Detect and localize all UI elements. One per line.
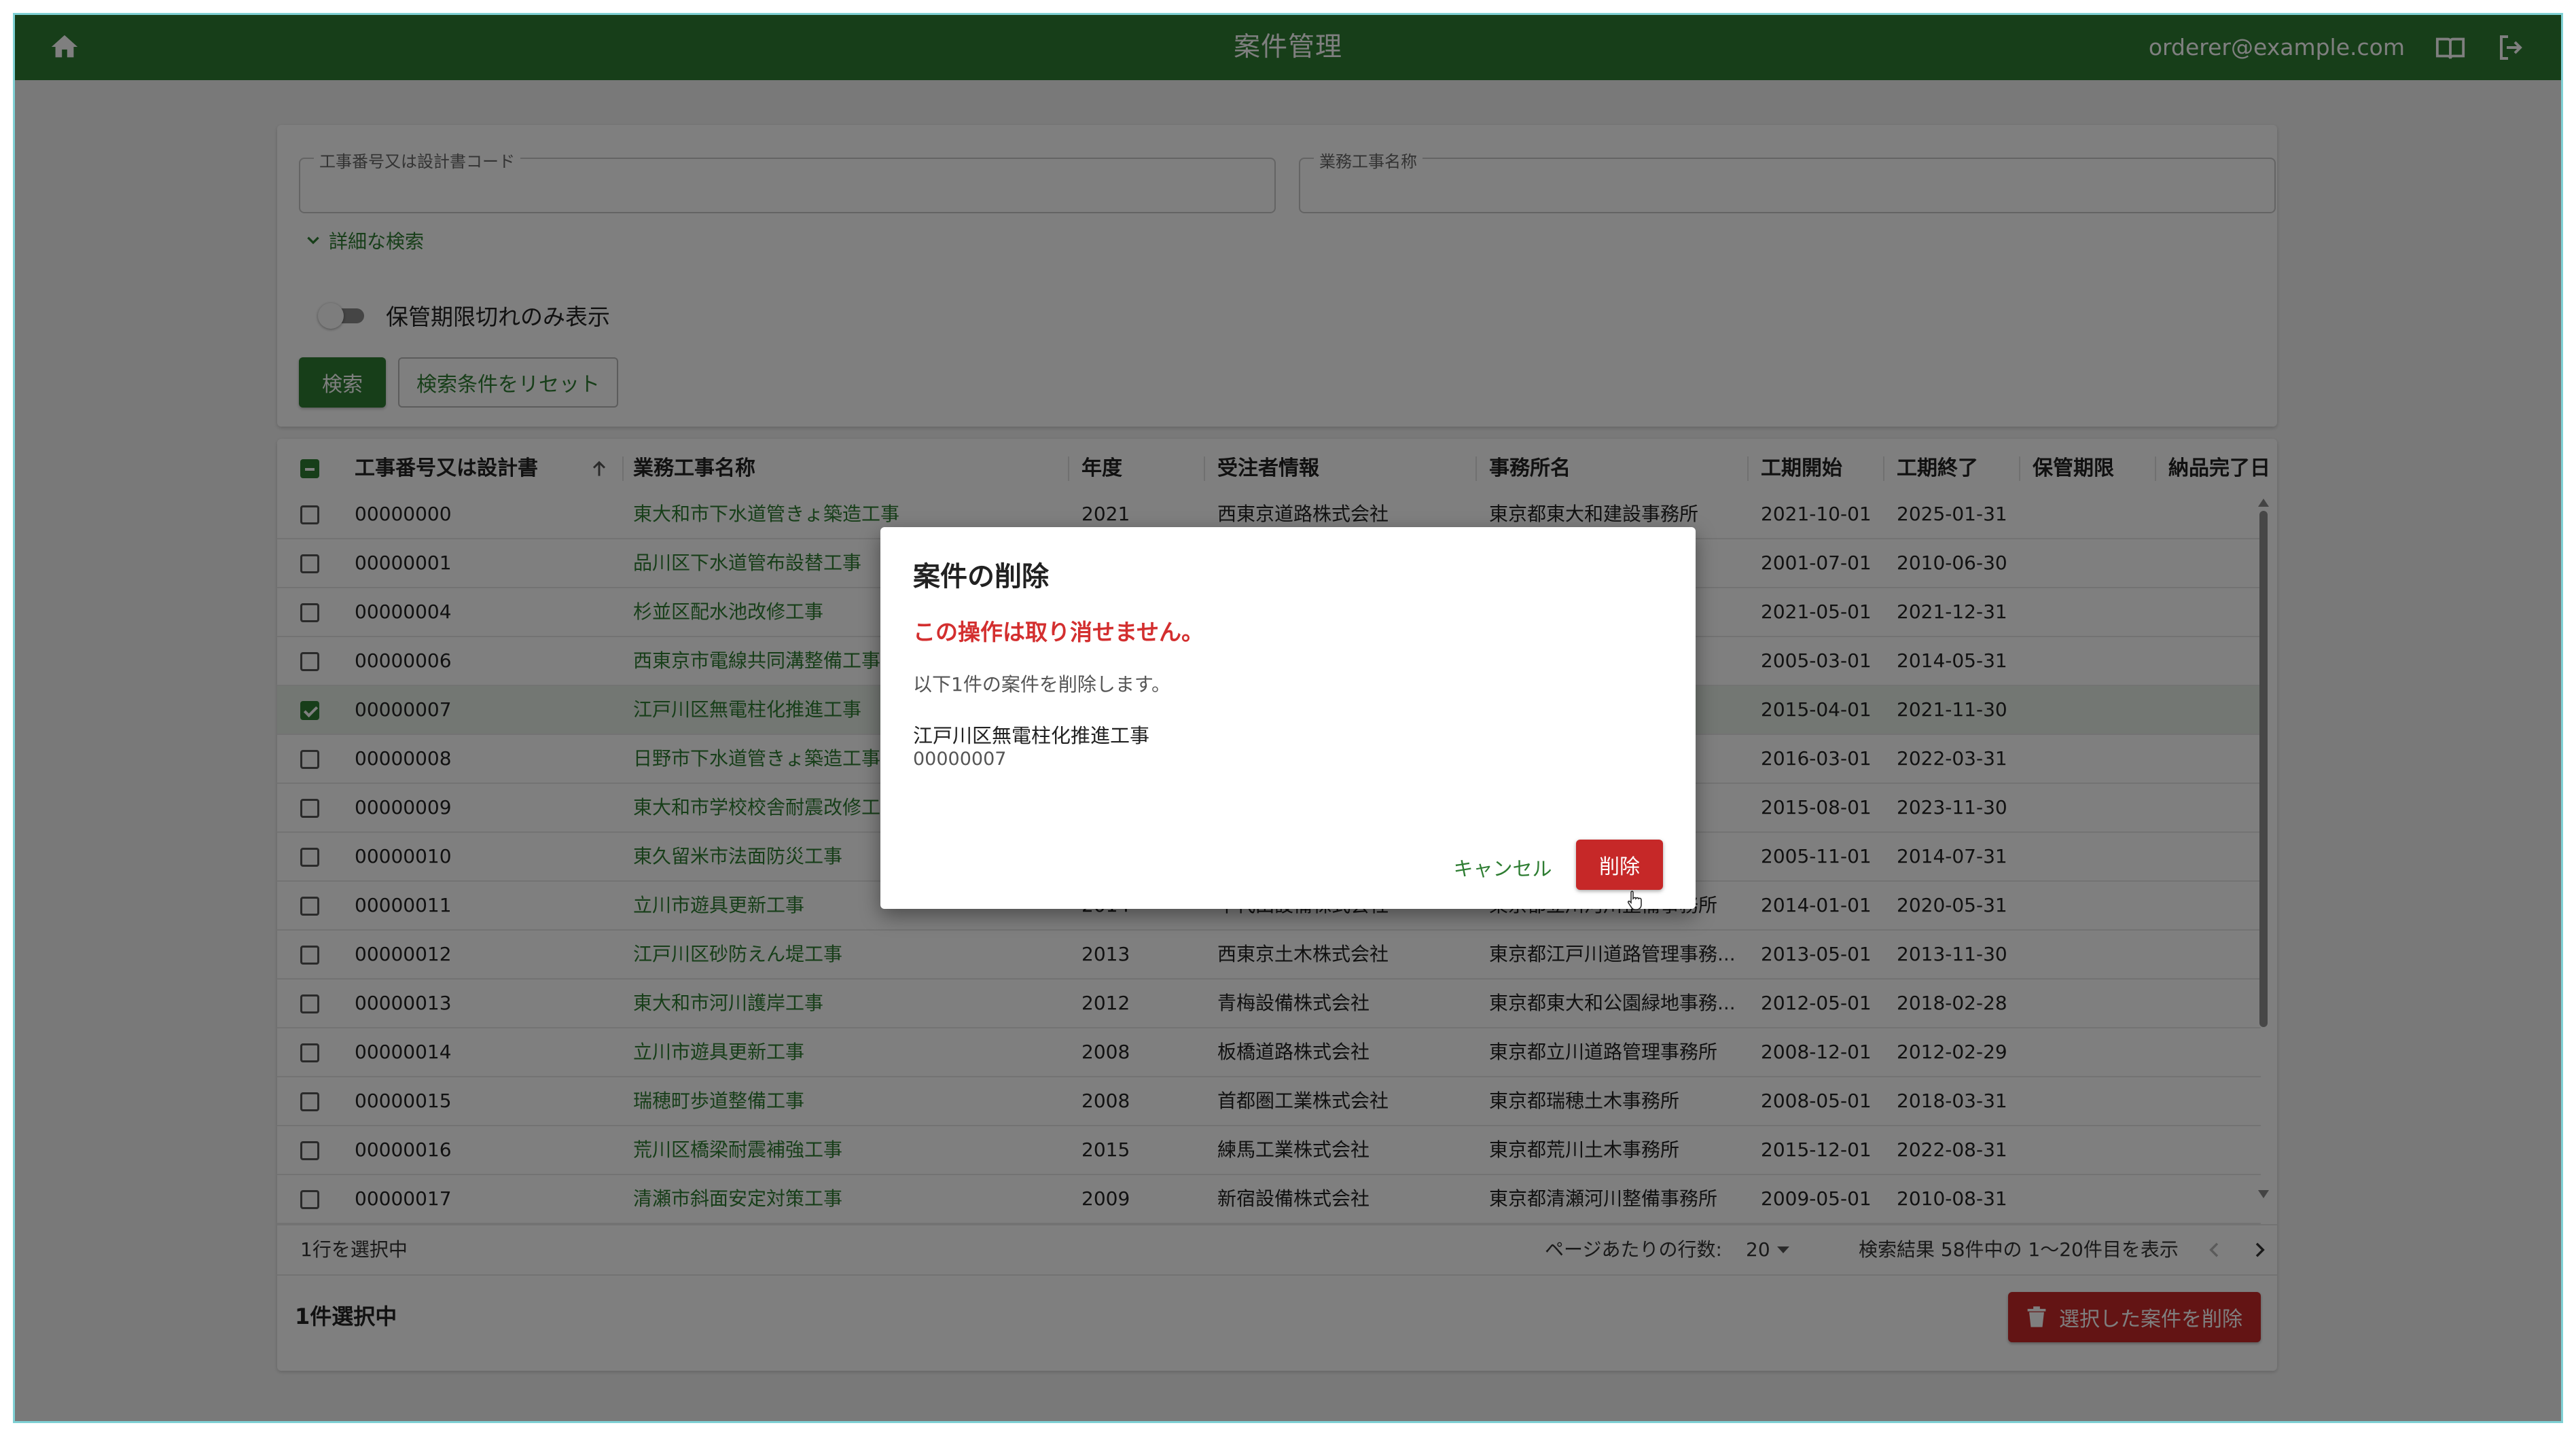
- target-item-code: 00000007: [913, 749, 1007, 770]
- cancel-button[interactable]: キャンセル: [1448, 844, 1557, 891]
- irreversible-warning: この操作は取り消せません。: [913, 619, 1204, 645]
- dialog-title: 案件の削除: [913, 561, 1049, 592]
- delete-confirm-dialog: 案件の削除 この操作は取り消せません。 以下1件の案件を削除します。 江戸川区無…: [880, 527, 1696, 910]
- confirm-delete-button[interactable]: 削除: [1576, 840, 1663, 890]
- dialog-message: 以下1件の案件を削除します。: [913, 673, 1171, 696]
- hand-pointer-icon: [1628, 891, 1642, 910]
- app-window: 案件管理 orderer@example.com 工事番号又は設計書コード 業務…: [15, 15, 2561, 1421]
- target-item-name: 江戸川区無電柱化推進工事: [913, 724, 1150, 747]
